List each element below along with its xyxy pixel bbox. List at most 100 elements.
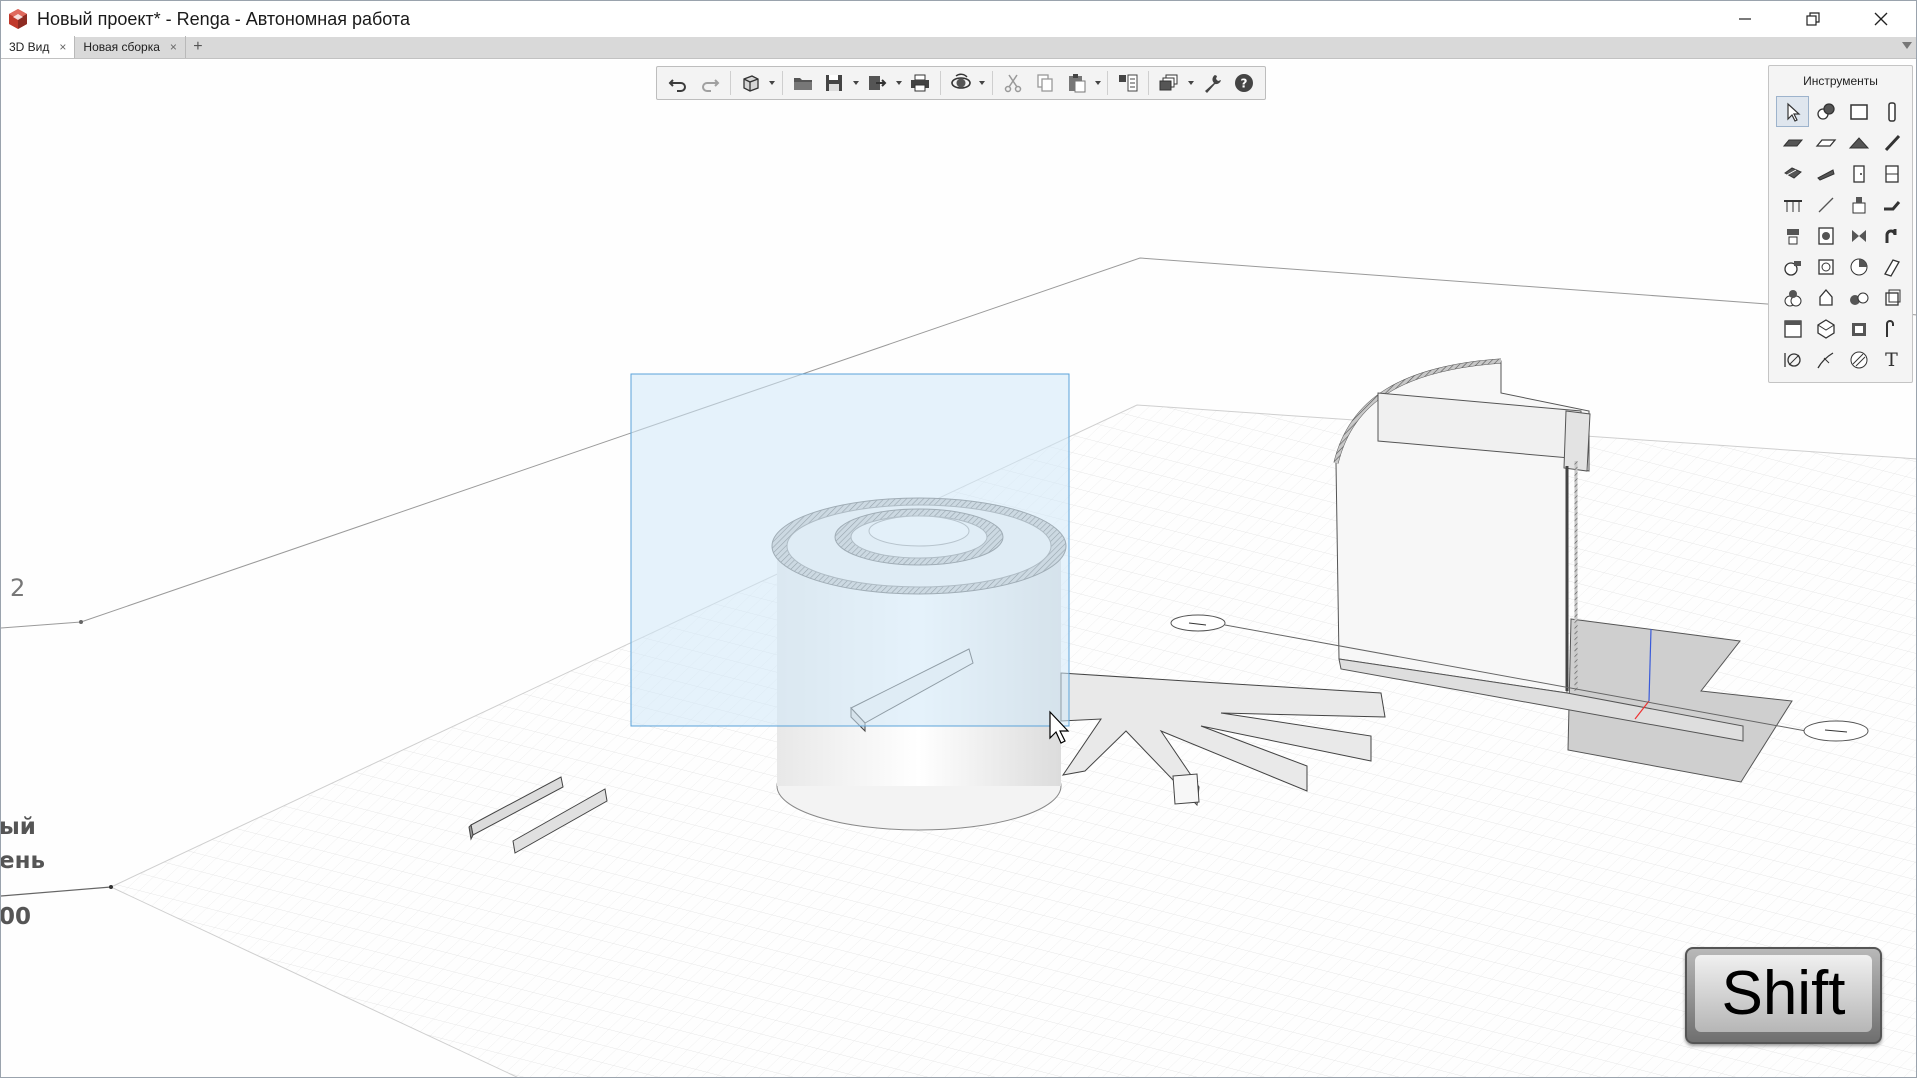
tool-ramp-button[interactable] [1809, 158, 1842, 189]
wrench-icon [1205, 75, 1222, 93]
redo-icon [701, 79, 720, 92]
tool-column-button[interactable] [1875, 96, 1908, 127]
tool-cabinet-button[interactable] [1842, 313, 1875, 344]
tool-light-button[interactable] [1809, 282, 1842, 313]
tool-roof-button[interactable] [1842, 127, 1875, 158]
ground-level-outline [1, 886, 112, 897]
copy-button[interactable] [1030, 68, 1060, 98]
tool-equipment-button[interactable] [1842, 189, 1875, 220]
tool-switch-button[interactable] [1842, 282, 1875, 313]
slab-icon [1782, 139, 1803, 146]
orbit-button[interactable] [946, 68, 976, 98]
layers-icon [1159, 74, 1178, 91]
close-icon [1874, 12, 1888, 26]
restore-icon [1806, 12, 1820, 26]
orbit-icon [951, 73, 971, 89]
roof-icon [1848, 136, 1869, 148]
open-button[interactable] [788, 68, 818, 98]
close-window-button[interactable] [1847, 1, 1915, 37]
view-cube-icon [743, 75, 759, 92]
pipe-icon [1883, 200, 1900, 210]
renga-logo-icon [9, 9, 27, 29]
tool-electrical-button[interactable] [1776, 282, 1809, 313]
tool-select-button[interactable] [1776, 96, 1809, 127]
cut-icon [1004, 74, 1022, 93]
tools-grid: T [1776, 96, 1908, 375]
export-dropdown[interactable] [894, 68, 903, 98]
tool-panel-button[interactable] [1875, 282, 1908, 313]
tool-text-button[interactable]: T [1875, 344, 1908, 375]
tool-axis-button[interactable] [1809, 344, 1842, 375]
main-toolbar: ? [656, 66, 1266, 100]
undo-button[interactable] [663, 68, 693, 98]
radiator-icon [1817, 258, 1834, 275]
level-label-name-1: ый [1, 814, 36, 840]
cabinet-icon [1851, 322, 1866, 336]
toolbar-separator [991, 71, 993, 95]
tool-door-button[interactable] [1842, 158, 1875, 189]
tool-model-button[interactable] [1809, 313, 1842, 344]
tool-pipe-button[interactable] [1875, 189, 1908, 220]
settings-button[interactable] [1197, 68, 1227, 98]
tab-list-dropdown-icon[interactable] [1902, 42, 1912, 49]
tool-dimension-button[interactable] [1776, 344, 1809, 375]
tool-assembly-button[interactable] [1809, 96, 1842, 127]
tool-wall-button[interactable] [1842, 96, 1875, 127]
tab-3d-view[interactable]: 3D Вид × [1, 36, 76, 58]
export-button[interactable] [862, 68, 892, 98]
properties-panel-button[interactable] [1113, 68, 1143, 98]
tab-new-assembly[interactable]: Новая сборка × [75, 36, 186, 58]
view-cube-dropdown[interactable] [768, 68, 777, 98]
paste-icon [1068, 74, 1086, 93]
tool-stair-button[interactable] [1776, 158, 1809, 189]
toolbar-separator [1148, 71, 1150, 95]
tool-beam-button[interactable] [1875, 127, 1908, 158]
tool-plumbing-button[interactable] [1776, 220, 1809, 251]
print-button[interactable] [905, 68, 935, 98]
tool-boiler-button[interactable] [1809, 220, 1842, 251]
beam-icon [1884, 134, 1900, 151]
tool-radiator-button[interactable] [1809, 251, 1842, 282]
orbit-dropdown[interactable] [978, 68, 987, 98]
text-icon: T [1885, 348, 1898, 371]
tool-route-button[interactable] [1875, 313, 1908, 344]
tool-fitting-button[interactable] [1875, 220, 1908, 251]
layers-dropdown[interactable] [1186, 68, 1195, 98]
help-button[interactable]: ? [1229, 68, 1259, 98]
tool-pump-button[interactable] [1776, 251, 1809, 282]
layers-button[interactable] [1154, 68, 1184, 98]
paste-button[interactable] [1062, 68, 1092, 98]
fan-icon [1850, 258, 1867, 275]
redo-button[interactable] [695, 68, 725, 98]
tool-fan-button[interactable] [1842, 251, 1875, 282]
3d-scene[interactable] [1, 60, 1917, 1078]
tool-hatch-button[interactable] [1842, 344, 1875, 375]
tab-close-icon[interactable]: × [59, 40, 66, 54]
assembly-icon [1816, 102, 1835, 120]
tool-room-button[interactable] [1776, 313, 1809, 344]
save-button[interactable] [819, 68, 849, 98]
tab-label: 3D Вид [9, 40, 50, 54]
boiler-icon [1817, 226, 1834, 245]
restore-button[interactable] [1779, 1, 1847, 37]
tool-railing-button[interactable] [1776, 189, 1809, 220]
save-icon [826, 75, 843, 91]
tab-close-icon[interactable]: × [170, 40, 177, 54]
tool-line-button[interactable] [1809, 189, 1842, 220]
save-dropdown[interactable] [851, 68, 860, 98]
tools-panel: Инструменты T [1768, 65, 1913, 383]
cut-button[interactable] [998, 68, 1028, 98]
paste-dropdown[interactable] [1094, 68, 1103, 98]
tool-window-button[interactable] [1875, 158, 1908, 189]
tool-duct-button[interactable] [1875, 251, 1908, 282]
document-tab-bar: 3D Вид × Новая сборка × + [1, 36, 1916, 59]
3d-viewport[interactable]: 2 ый ень 00 [1, 60, 1917, 1078]
light-icon [1818, 288, 1833, 306]
minimize-button[interactable] [1711, 1, 1779, 37]
view-cube-button[interactable] [736, 68, 766, 98]
toolbar-separator [729, 71, 731, 95]
tool-floor-button[interactable] [1809, 127, 1842, 158]
tool-slab-button[interactable] [1776, 127, 1809, 158]
tool-valve-button[interactable] [1842, 220, 1875, 251]
add-tab-button[interactable]: + [186, 36, 210, 58]
